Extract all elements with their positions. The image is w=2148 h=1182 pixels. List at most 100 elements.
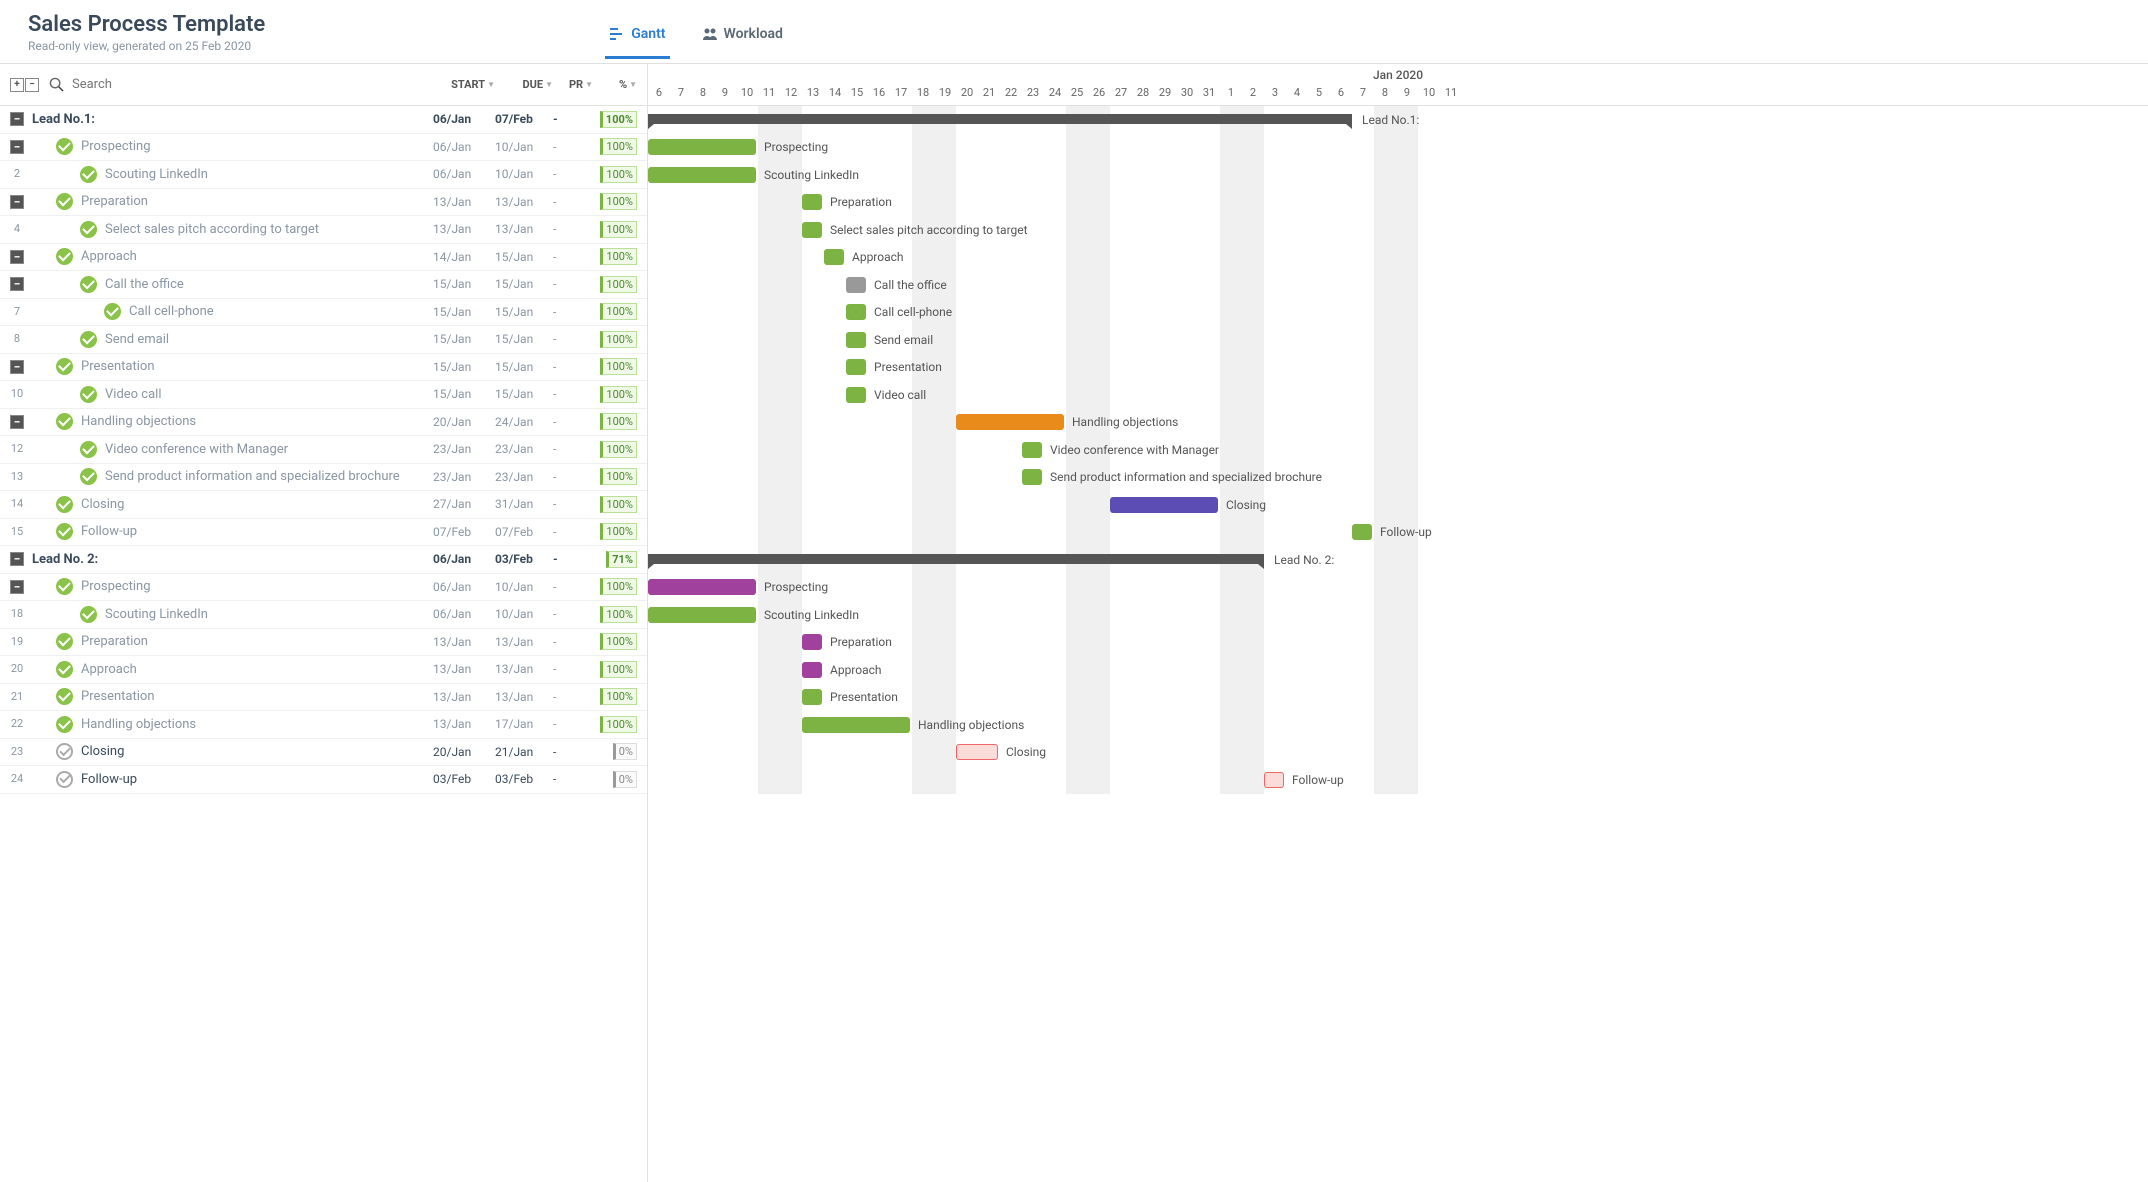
task-bar[interactable]	[802, 717, 910, 733]
task-bar[interactable]	[956, 744, 998, 760]
task-bar[interactable]	[846, 332, 866, 348]
task-row[interactable]: 21Presentation13/Jan13/Jan-100%	[0, 684, 647, 712]
task-bar[interactable]	[802, 222, 822, 238]
task-row[interactable]: 24Follow-up03/Feb03/Feb-0%	[0, 766, 647, 794]
collapse-toggle[interactable]: −	[10, 140, 24, 154]
task-bar[interactable]	[846, 359, 866, 375]
task-bar[interactable]	[802, 194, 822, 210]
collapse-toggle[interactable]: −	[10, 277, 24, 291]
col-start[interactable]: START▼	[433, 78, 495, 91]
task-bar[interactable]	[846, 387, 866, 403]
task-bar[interactable]	[1352, 524, 1372, 540]
cell-start: 15/Jan	[433, 387, 495, 401]
task-row[interactable]: 19Preparation13/Jan13/Jan-100%	[0, 629, 647, 657]
col-due[interactable]: DUE▼	[495, 78, 553, 91]
cell-pr: -	[553, 470, 593, 484]
bar-label: Lead No.1:	[1362, 113, 1419, 127]
collapse-toggle[interactable]: −	[10, 552, 24, 566]
cell-due: 15/Jan	[495, 305, 553, 319]
collapse-toggle[interactable]: −	[10, 415, 24, 429]
task-bar[interactable]	[846, 277, 866, 293]
gantt-row: Lead No. 2:	[648, 546, 2148, 574]
task-bar[interactable]	[1022, 469, 1042, 485]
collapse-all-button[interactable]: −	[25, 78, 39, 92]
task-row[interactable]: −Handling objections20/Jan24/Jan-100%	[0, 409, 647, 437]
col-pct[interactable]: %▼	[593, 78, 637, 91]
task-row[interactable]: 23Closing20/Jan21/Jan-0%	[0, 739, 647, 767]
task-bar[interactable]	[648, 139, 756, 155]
task-row[interactable]: 8Send email15/Jan15/Jan-100%	[0, 326, 647, 354]
pct-badge: 100%	[600, 606, 637, 623]
task-bar[interactable]	[648, 607, 756, 623]
task-bar[interactable]	[1022, 442, 1042, 458]
task-row[interactable]: −Prospecting06/Jan10/Jan-100%	[0, 574, 647, 602]
collapse-toggle[interactable]: −	[10, 250, 24, 264]
task-bar[interactable]	[802, 662, 822, 678]
task-row[interactable]: 15Follow-up07/Feb07/Feb-100%	[0, 519, 647, 547]
gantt-row: Follow-up	[648, 766, 2148, 794]
cell-start: 06/Jan	[433, 580, 495, 594]
task-row[interactable]: 10Video call15/Jan15/Jan-100%	[0, 381, 647, 409]
tab-workload[interactable]: Workload	[698, 18, 787, 59]
pct-badge: 100%	[600, 193, 637, 210]
pct-badge: 100%	[600, 633, 637, 650]
cell-start: 20/Jan	[433, 415, 495, 429]
col-pr[interactable]: PR▼	[553, 78, 593, 91]
task-row[interactable]: 13Send product information and specializ…	[0, 464, 647, 492]
task-bar[interactable]	[802, 634, 822, 650]
cell-start: 23/Jan	[433, 442, 495, 456]
task-row[interactable]: 18Scouting LinkedIn06/Jan10/Jan-100%	[0, 601, 647, 629]
task-name: Handling objections	[24, 716, 433, 733]
bar-label: Handling objections	[1072, 415, 1178, 429]
task-bar[interactable]	[802, 689, 822, 705]
task-bar[interactable]	[956, 414, 1064, 430]
gantt-row: Prospecting	[648, 134, 2148, 162]
task-row[interactable]: −Lead No. 2:06/Jan03/Feb-71%	[0, 546, 647, 574]
tab-gantt[interactable]: Gantt	[605, 18, 669, 59]
group-bar[interactable]	[648, 554, 1264, 564]
search-input[interactable]	[72, 77, 433, 92]
task-row[interactable]: 2Scouting LinkedIn06/Jan10/Jan-100%	[0, 161, 647, 189]
bar-label: Lead No. 2:	[1274, 553, 1334, 567]
expand-all-button[interactable]: +	[10, 78, 24, 92]
task-bar[interactable]	[846, 304, 866, 320]
task-row[interactable]: −Presentation15/Jan15/Jan-100%	[0, 354, 647, 382]
collapse-toggle[interactable]: −	[10, 580, 24, 594]
check-done-icon	[56, 661, 73, 678]
row-index: 14	[10, 497, 24, 511]
task-row[interactable]: −Preparation13/Jan13/Jan-100%	[0, 189, 647, 217]
bar-label: Preparation	[830, 195, 892, 209]
cell-pr: -	[553, 332, 593, 346]
cell-due: 13/Jan	[495, 195, 553, 209]
task-row[interactable]: 22Handling objections13/Jan17/Jan-100%	[0, 711, 647, 739]
bar-label: Select sales pitch according to target	[830, 223, 1028, 237]
task-row[interactable]: 12Video conference with Manager23/Jan23/…	[0, 436, 647, 464]
collapse-toggle[interactable]: −	[10, 195, 24, 209]
collapse-toggle[interactable]: −	[10, 360, 24, 374]
gantt-chart[interactable]: Jan 2020 6789101112131415161718192021222…	[648, 64, 2148, 1182]
task-row[interactable]: −Call the office15/Jan15/Jan-100%	[0, 271, 647, 299]
day-header: 16	[868, 86, 890, 105]
task-bar[interactable]	[648, 579, 756, 595]
task-row[interactable]: −Approach14/Jan15/Jan-100%	[0, 244, 647, 272]
bar-label: Follow-up	[1292, 773, 1344, 787]
cell-due: 23/Jan	[495, 470, 553, 484]
collapse-toggle[interactable]: −	[10, 112, 24, 126]
task-row[interactable]: −Lead No.1:06/Jan07/Feb-100%	[0, 106, 647, 134]
task-row[interactable]: 20Approach13/Jan13/Jan-100%	[0, 656, 647, 684]
task-bar[interactable]	[1264, 772, 1284, 788]
cell-start: 13/Jan	[433, 717, 495, 731]
task-bar[interactable]	[824, 249, 844, 265]
cell-pr: -	[553, 662, 593, 676]
bar-label: Prospecting	[764, 140, 828, 154]
task-row[interactable]: −Prospecting06/Jan10/Jan-100%	[0, 134, 647, 162]
task-bar[interactable]	[1110, 497, 1218, 513]
cell-pr: -	[553, 167, 593, 181]
task-row[interactable]: 14Closing27/Jan31/Jan-100%	[0, 491, 647, 519]
task-bar[interactable]	[648, 167, 756, 183]
group-bar[interactable]	[648, 114, 1352, 124]
cell-pr: -	[553, 277, 593, 291]
task-row[interactable]: 7Call cell-phone15/Jan15/Jan-100%	[0, 299, 647, 327]
pct-badge: 71%	[606, 551, 637, 568]
task-row[interactable]: 4Select sales pitch according to target1…	[0, 216, 647, 244]
